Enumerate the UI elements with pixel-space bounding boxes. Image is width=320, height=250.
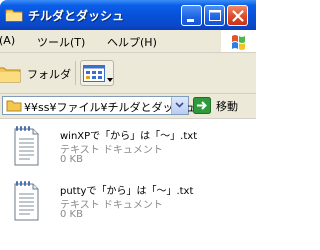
- title-bar[interactable]: チルダとダッシュ: [0, 0, 256, 30]
- folder-icon: [6, 99, 22, 115]
- close-icon: [232, 10, 244, 22]
- menu-bar: (A) ツール(T) ヘルプ(H): [0, 30, 256, 53]
- menu-tools[interactable]: ツール(T): [37, 34, 85, 50]
- file-name: winXPで「から」は「～」.txt: [60, 131, 198, 142]
- explorer-window: チルダとダッシュ (A) ツール(T) ヘルプ(H) フォルダ ¥¥ss¥ファイ…: [0, 0, 256, 250]
- go-arrow-icon: [193, 97, 211, 117]
- windows-logo-icon: [221, 30, 256, 52]
- folders-label: フォルダ: [27, 68, 71, 81]
- maximize-button[interactable]: [204, 5, 225, 26]
- toolbar: フォルダ: [0, 53, 256, 94]
- list-item[interactable]: winXPで「から」は「～」.txt テキスト ドキュメント 0 KB: [0, 120, 256, 178]
- close-button[interactable]: [227, 5, 248, 26]
- folders-button[interactable]: フォルダ: [0, 60, 72, 86]
- minimize-icon: [187, 19, 194, 22]
- file-size: 0 KB: [60, 209, 83, 220]
- go-label: 移動: [216, 100, 238, 113]
- address-bar: ¥¥ss¥ファイル¥チルダとダッシュ 移動: [0, 94, 256, 119]
- text-document-icon: [10, 125, 42, 170]
- chevron-down-icon: [107, 72, 113, 85]
- views-icon: [83, 65, 105, 85]
- address-input[interactable]: ¥¥ss¥ファイル¥チルダとダッシュ: [2, 96, 195, 115]
- folders-icon: [0, 64, 22, 84]
- window-title: チルダとダッシュ: [28, 9, 125, 23]
- menu-favorites[interactable]: (A): [0, 34, 15, 47]
- file-name: puttyで「から」は「〜」.txt: [60, 186, 194, 197]
- text-document-icon: [10, 180, 42, 225]
- chevron-down-icon: [175, 102, 184, 108]
- address-path: ¥¥ss¥ファイル¥チルダとダッシュ: [24, 101, 196, 114]
- maximize-icon: [209, 10, 221, 21]
- views-button[interactable]: [80, 60, 114, 86]
- address-dropdown-button[interactable]: [171, 97, 188, 114]
- menu-help[interactable]: ヘルプ(H): [107, 34, 157, 50]
- list-item[interactable]: puttyで「から」は「〜」.txt テキスト ドキュメント 0 KB: [0, 175, 256, 233]
- file-size: 0 KB: [60, 154, 83, 165]
- go-button[interactable]: 移動: [193, 96, 253, 115]
- folder-icon: [5, 7, 23, 22]
- minimize-button[interactable]: [181, 5, 202, 26]
- toolbar-separator: [75, 61, 76, 85]
- file-list: winXPで「から」は「～」.txt テキスト ドキュメント 0 KB putt…: [0, 119, 256, 250]
